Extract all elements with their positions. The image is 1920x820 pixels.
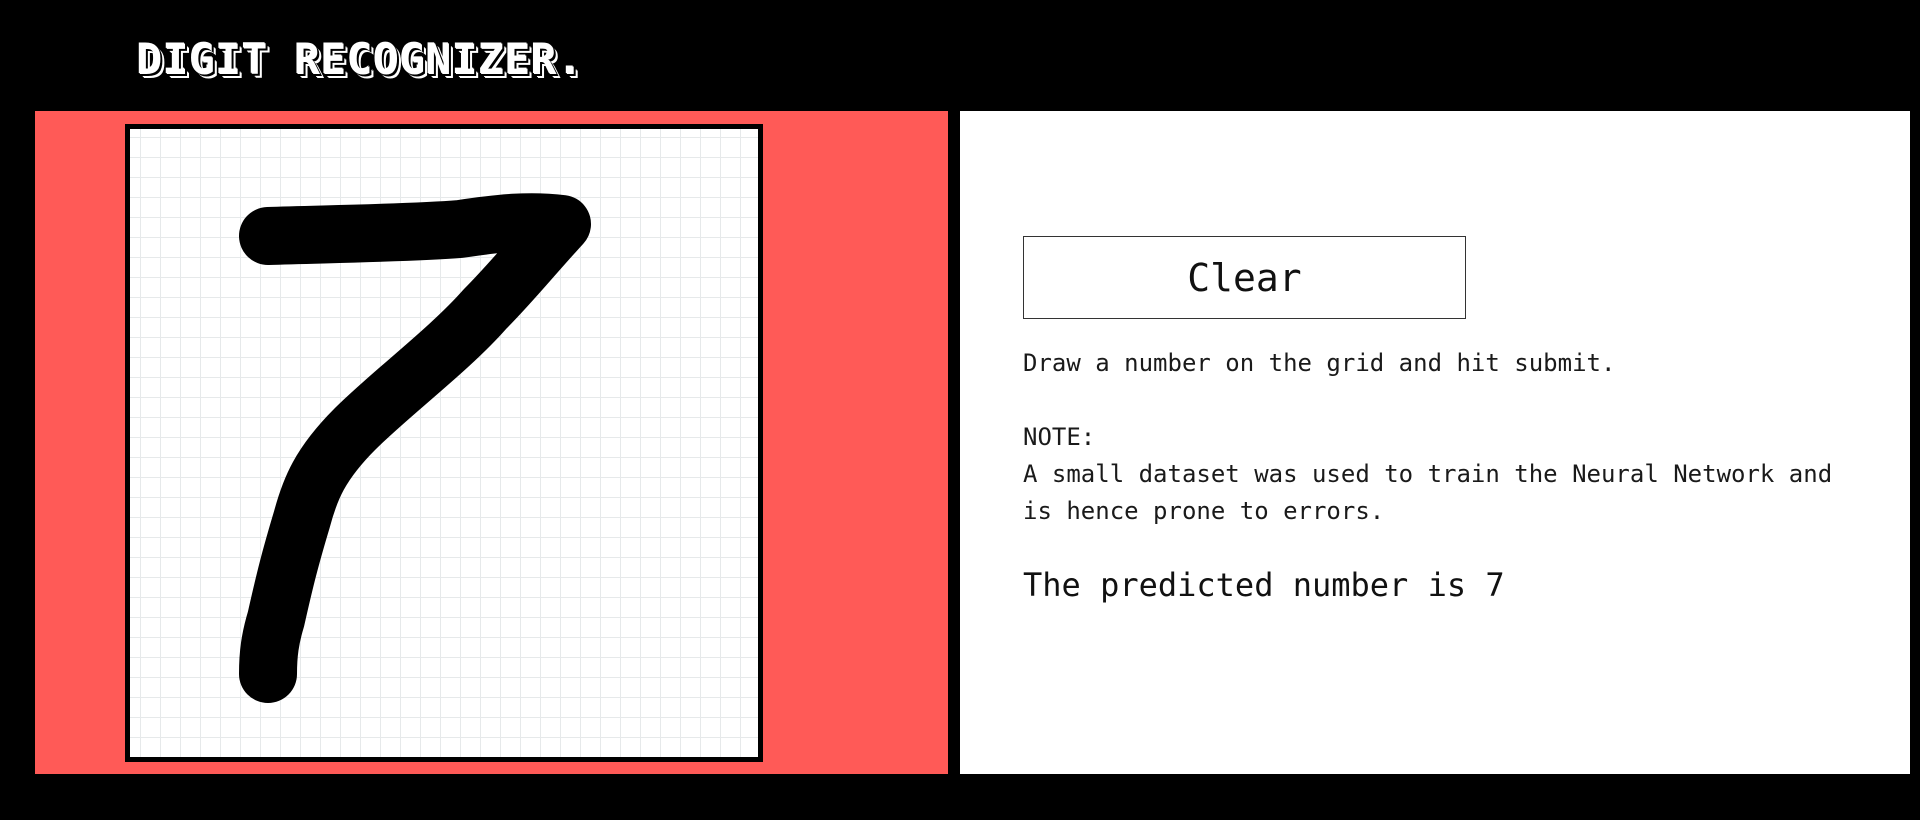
- instruction-text: Draw a number on the grid and hit submit…: [1023, 349, 1616, 377]
- clear-button[interactable]: Clear: [1023, 236, 1466, 319]
- info-panel: Clear Draw a number on the grid and hit …: [960, 111, 1910, 774]
- drawing-canvas[interactable]: [125, 124, 763, 762]
- note-body: A small dataset was used to train the Ne…: [1023, 460, 1847, 525]
- note-heading: NOTE:: [1023, 423, 1096, 451]
- app-title: DIGIT RECOGNIZER.: [136, 34, 584, 85]
- drawn-digit-stroke: [239, 193, 591, 703]
- canvas-panel: [35, 111, 948, 774]
- prediction-result: The predicted number is 7: [1023, 566, 1505, 604]
